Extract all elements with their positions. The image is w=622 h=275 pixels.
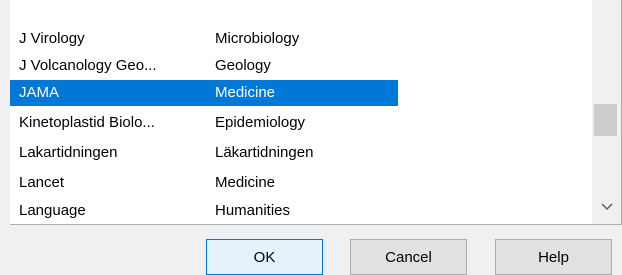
list-item[interactable]: Lancet Medicine [10,170,398,196]
list-item[interactable]: J Volcanology Geo... Geology [10,53,398,79]
scrollbar-thumb[interactable] [594,104,617,136]
list-item[interactable]: J Virology Microbiology [10,26,398,52]
journal-category: Humanities [215,202,291,219]
ok-button[interactable]: OK [206,239,323,275]
journal-name: J Volcanology Geo... [19,57,157,74]
journal-category: Microbiology [215,30,300,47]
journal-name: Language [19,202,86,219]
journal-name: Kinetoplastid Biolo... [19,114,155,131]
help-button[interactable]: Help [495,239,612,275]
cancel-button[interactable]: Cancel [350,239,467,275]
list-item[interactable]: Language Humanities [10,198,398,224]
list-item[interactable]: Kinetoplastid Biolo... Epidemiology [10,110,398,136]
journal-category: Geology [215,57,271,74]
journal-category: Medicine [215,84,276,101]
journal-name: Lakartidningen [19,144,118,161]
list-item-selected[interactable]: JAMA Medicine [10,80,398,106]
journal-name: Lancet [19,174,65,191]
chevron-down-icon[interactable] [592,196,621,218]
journal-list-rows: J Virology Microbiology J Volcanology Ge… [10,0,592,224]
journal-name: JAMA [19,84,60,101]
journal-list[interactable]: J Virology Microbiology J Volcanology Ge… [10,0,622,225]
list-item[interactable]: Lakartidningen Läkartidningen [10,140,398,166]
journal-category: Medicine [215,174,276,191]
journal-category: Epidemiology [215,114,306,131]
journal-name: J Virology [19,30,85,47]
vertical-scrollbar[interactable] [592,0,621,224]
journal-category: Läkartidningen [215,144,314,161]
